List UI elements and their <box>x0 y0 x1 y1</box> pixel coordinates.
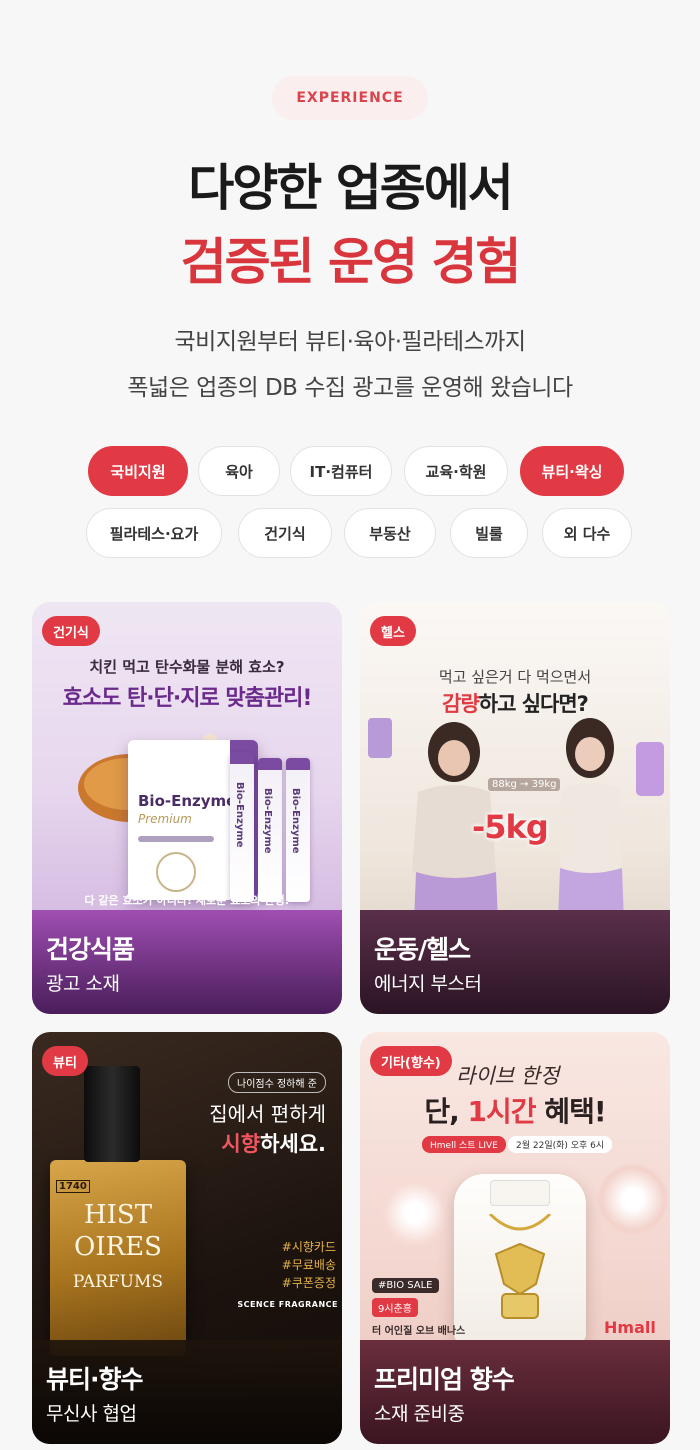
case-card-beauty-perfume[interactable]: 나이점수 정하해 준 집에서 편하게 시향하세요. 1740 HIST OIRE… <box>32 1032 342 1444</box>
card-description: 소재 준비중 <box>374 1403 465 1425</box>
subtitle-line2: 폭넓은 업종의 DB 수집 광고를 운영해 왔습니다 <box>127 375 573 401</box>
product-stick-1: Bio-Enzyme <box>230 752 254 902</box>
chip-real-estate[interactable]: 부동산 <box>344 508 436 558</box>
card-description: 에너지 부스터 <box>374 973 482 995</box>
card-tag: 건기식 <box>42 616 100 646</box>
card-tag: 뷰티 <box>42 1046 88 1076</box>
chip-beauty-waxing[interactable]: 뷰티·왁싱 <box>520 446 624 496</box>
live-badge: Hmell 스트 LIVE <box>422 1136 506 1153</box>
card-tag: 헬스 <box>370 616 416 646</box>
chip-gov-support[interactable]: 국비지원 <box>88 446 188 496</box>
flower-decor-right <box>596 1162 670 1236</box>
chip-it-computer[interactable]: IT·컴퓨터 <box>290 446 392 496</box>
hashtag-2: #무료배송 <box>281 1258 336 1272</box>
hashtag-1: #시향카드 <box>281 1240 336 1254</box>
case-card-premium-perfume[interactable]: 라이브 한정 단, 1시간 혜택! Hmell 스트 LIVE 2월 22일(화… <box>360 1032 670 1444</box>
card-tag: 기타(향수) <box>370 1046 452 1076</box>
section-badge: EXPERIENCE <box>272 76 428 120</box>
subtitle-line1: 국비지원부터 뷰티·육아·필라테스까지 <box>174 329 527 355</box>
ad-footer-text: 다 같은 효소가 아니다! 새로운 효소의 탄생! <box>84 894 290 907</box>
ad-top-label: 나이점수 정하해 준 <box>228 1072 326 1093</box>
page-title-line1: 다양한 업종에서 <box>188 159 513 217</box>
live-date: 2월 22일(화) 오후 6시 <box>508 1136 613 1153</box>
chip-pilates-yoga[interactable]: 필라테스·요가 <box>86 508 222 558</box>
phone-right <box>636 742 664 796</box>
after-figure <box>538 718 648 922</box>
chip-and-more[interactable]: 외 다수 <box>542 508 632 558</box>
ad-bottom-text: 터 어인질 오브 배나스 <box>372 1326 466 1337</box>
chip-parenting[interactable]: 육아 <box>198 446 280 496</box>
premium-perfume-bottle <box>454 1174 586 1344</box>
phone-left <box>368 718 392 758</box>
perfume-bottle: 1740 HIST OIRES PARFUMS <box>50 1160 186 1356</box>
weight-loss-number: -5kg <box>472 808 549 846</box>
card-category: 프리미엄 향수 <box>374 1365 515 1394</box>
chip-education[interactable]: 교육·학원 <box>404 446 508 496</box>
card-description: 무신사 협업 <box>46 1403 137 1425</box>
card-description: 광고 소재 <box>46 973 120 995</box>
hashtag-3: #쿠폰증정 <box>281 1276 336 1290</box>
ad-footer-brand: SCENCE FRAGRANCE <box>237 1300 338 1309</box>
perfume-cap <box>84 1066 140 1162</box>
card-category: 운동/헬스 <box>374 935 471 964</box>
ad-headline-small: 치킨 먹고 탄수화물 분해 효소? <box>89 658 285 676</box>
product-stick-3: Bio-Enzyme <box>286 758 310 902</box>
flower-decor-left <box>380 1178 450 1248</box>
case-card-health-food[interactable]: 치킨 먹고 탄수화물 분해 효소? 효소도 탄·단·지로 맞춤관리! Bio-E… <box>32 602 342 1014</box>
sale-subbadge: 9시춘흥 <box>372 1298 418 1317</box>
case-card-fitness[interactable]: 먹고 싶은거 다 먹으면서 감량하고 싶다면? 88kg → 39kg -5kg <box>360 602 670 1014</box>
weight-change-text: 88kg → 39kg <box>488 778 561 791</box>
card-category: 뷰티·향수 <box>46 1365 143 1394</box>
ad-headline-large: 감량하고 싶다면? <box>442 692 589 716</box>
hmall-logo: Hmall <box>604 1318 656 1337</box>
page-title-line2: 검증된 운영 경험 <box>180 233 522 291</box>
ad-headline-small: 집에서 편하게 <box>209 1102 326 1126</box>
ad-headline-large: 시향하세요. <box>221 1132 326 1156</box>
card-category: 건강식품 <box>46 935 135 964</box>
ad-headline-small: 라이브 한정 <box>456 1064 560 1088</box>
product-stick-2: Bio-Enzyme <box>258 758 282 902</box>
chip-health-food[interactable]: 건기식 <box>238 508 332 558</box>
ad-headline-small: 먹고 싶은거 다 먹으면서 <box>438 668 592 686</box>
sale-badge: #BIO SALE <box>372 1278 439 1293</box>
ad-headline-large: 단, 1시간 혜택! <box>424 1095 606 1128</box>
chip-billul[interactable]: 빌룰 <box>450 508 528 558</box>
ad-headline-large: 효소도 탄·단·지로 맞춤관리! <box>62 686 313 711</box>
